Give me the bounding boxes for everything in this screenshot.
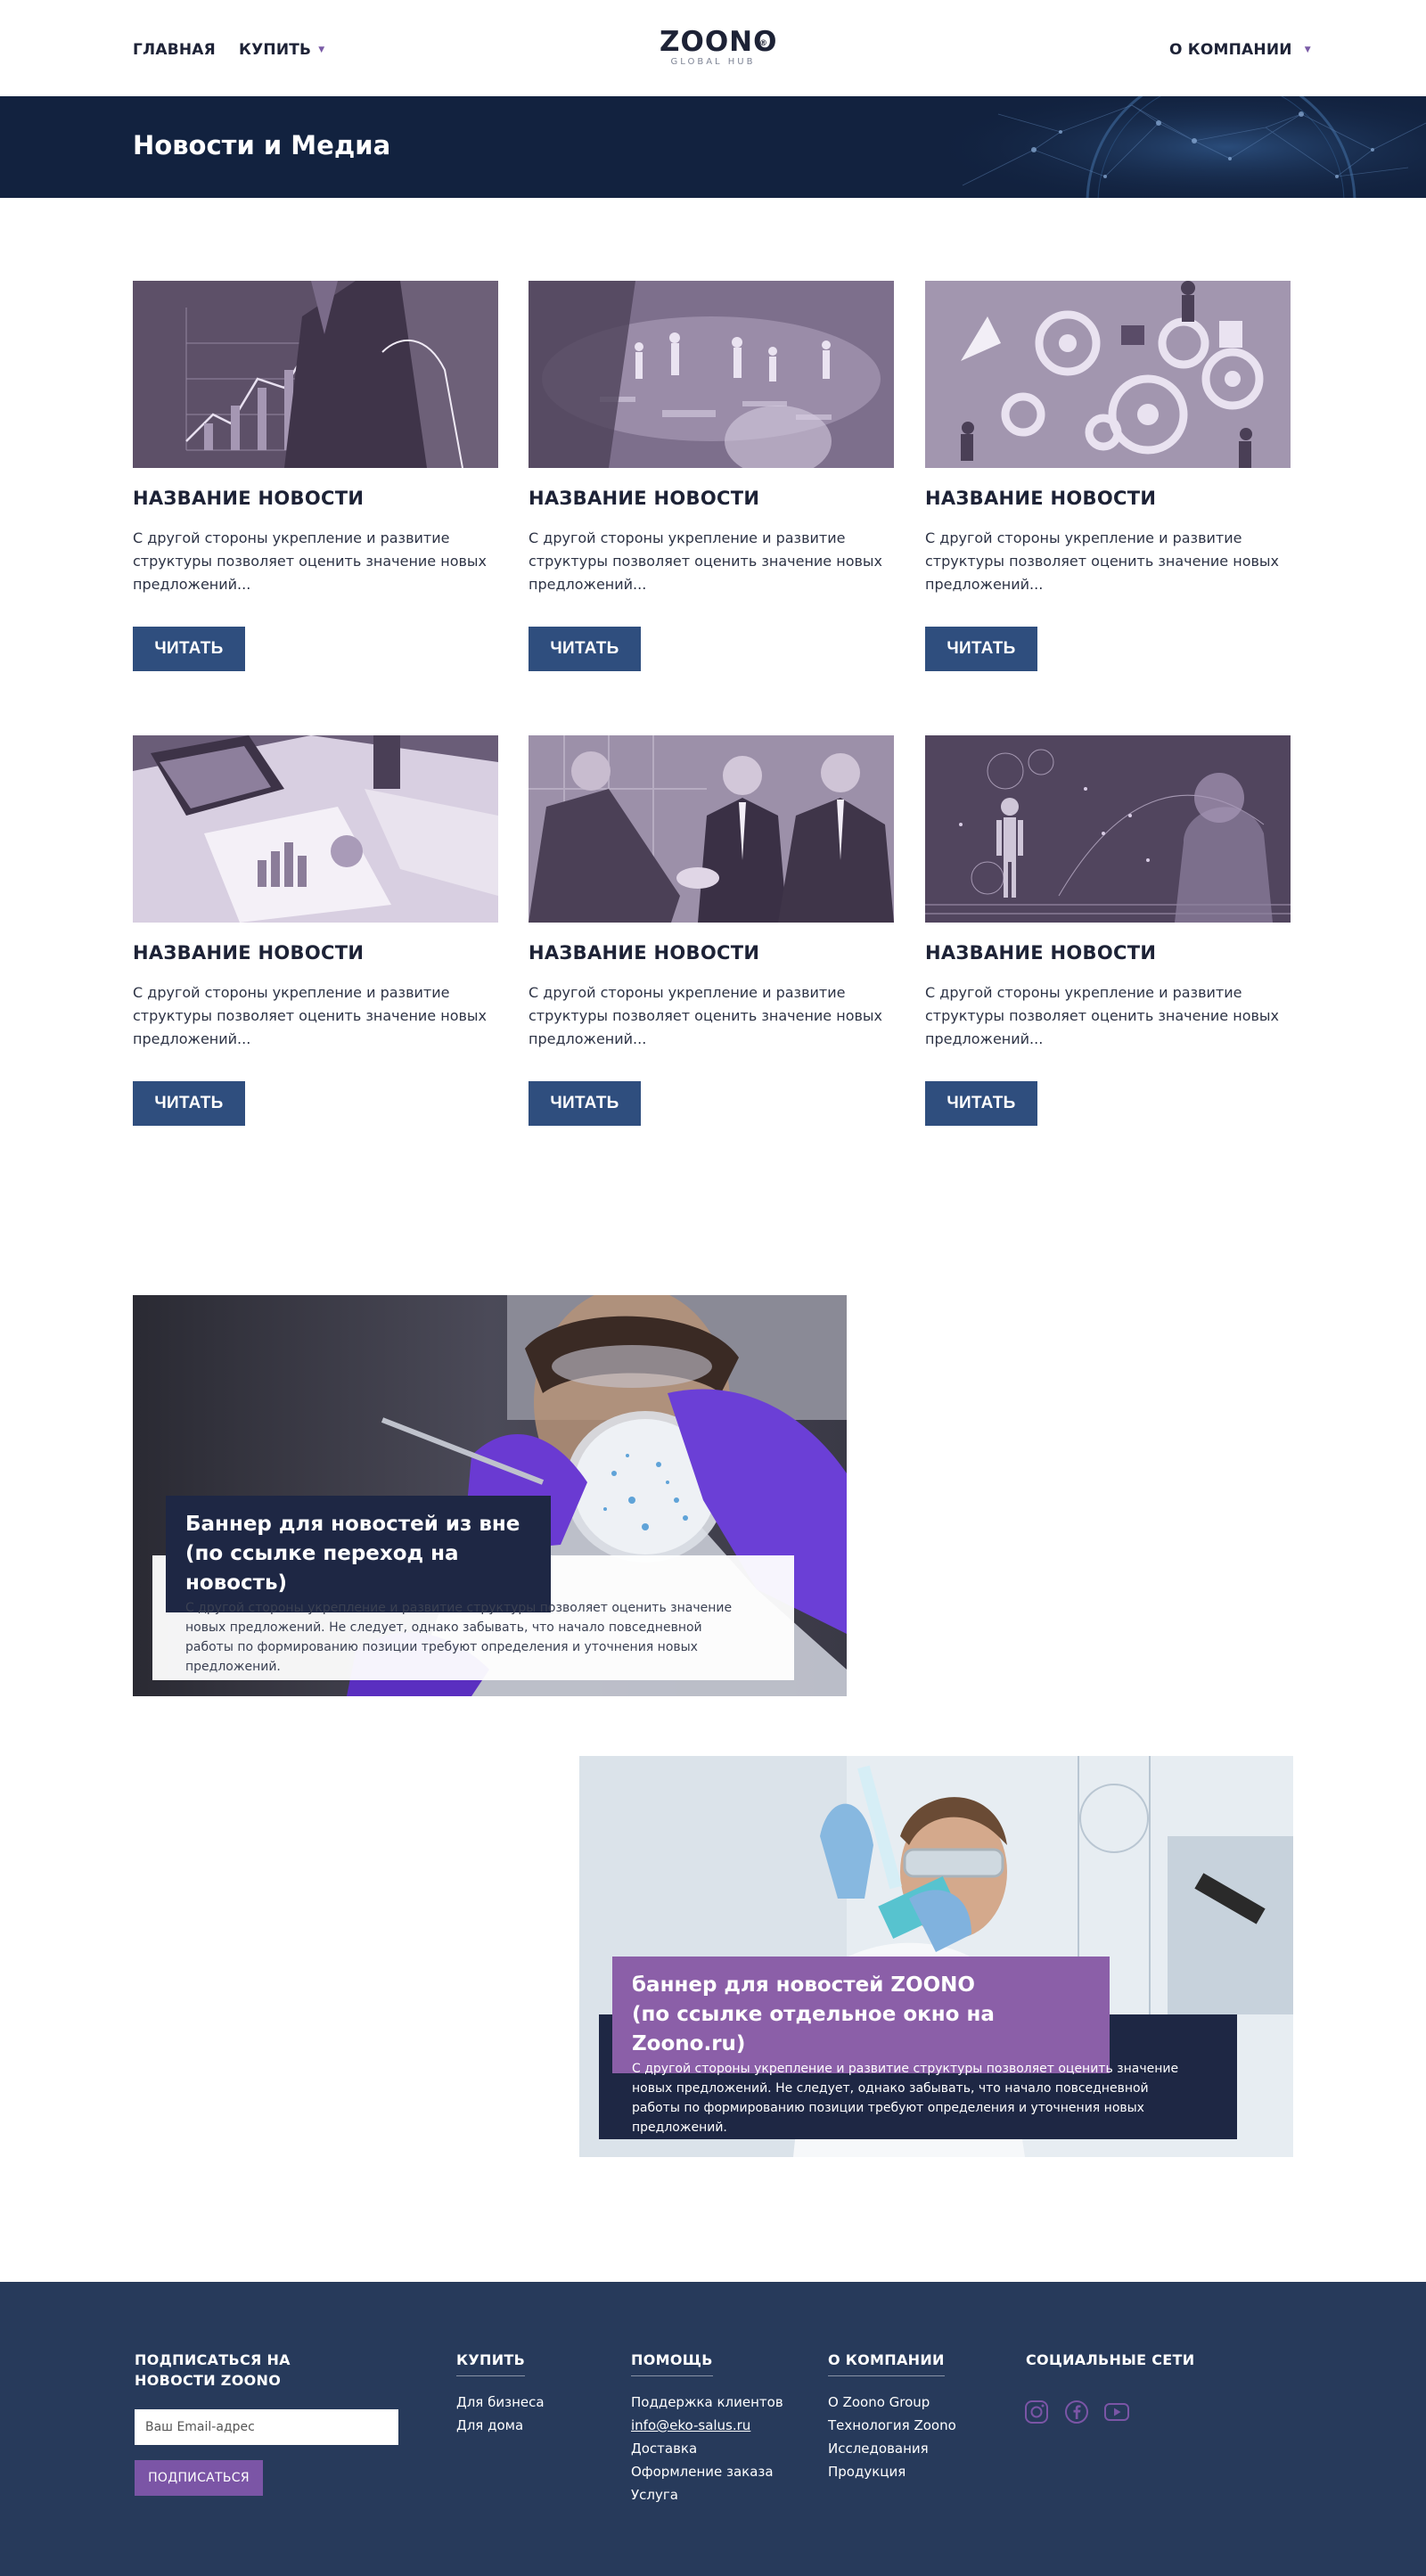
logo-wordmark: ZOONO ®	[660, 27, 776, 57]
nav-home-label: ГЛАВНАЯ	[133, 41, 216, 59]
footer-help-heading: ПОМОЩЬ	[631, 2350, 713, 2376]
email-field[interactable]	[135, 2409, 398, 2445]
banner-heading: баннер для новостей ZOONO (по ссылке отд…	[612, 1957, 1110, 2073]
news-title[interactable]: НАЗВАНИЕ НОВОСТИ	[529, 488, 894, 509]
footer-link-service[interactable]: Услуга	[631, 2487, 678, 2503]
banner-heading-line: баннер для новостей ZOONO	[632, 1973, 975, 1997]
subscribe-button[interactable]: ПОДПИСАТЬСЯ	[135, 2460, 263, 2496]
news-card: НАЗВАНИЕ НОВОСТИ С другой стороны укрепл…	[925, 281, 1291, 671]
footer-link-about[interactable]: О Zoono Group	[828, 2394, 930, 2410]
news-excerpt: С другой стороны укрепление и развитие с…	[529, 529, 883, 593]
logo[interactable]: ZOONO ® GLOBAL HUB	[660, 27, 776, 67]
news-title[interactable]: НАЗВАНИЕ НОВОСТИ	[133, 488, 498, 509]
banner-heading-line: (по ссылке переход на новость)	[185, 1542, 459, 1595]
subscribe-heading: ПОДПИСАТЬСЯ НА НОВОСТИ ZOONO	[135, 2350, 291, 2391]
news-excerpt: С другой стороны укрепление и развитие с…	[133, 529, 488, 593]
footer-link-email[interactable]: info@eko-salus.ru	[631, 2417, 750, 2433]
footer-link-products[interactable]: Продукция	[828, 2464, 906, 2480]
zoono-news-banner[interactable]: баннер для новостей ZOONO (по ссылке отд…	[579, 1756, 1293, 2157]
banner-heading: Баннер для новостей из вне (по ссылке пе…	[166, 1496, 551, 1612]
instagram-icon[interactable]	[1023, 2399, 1050, 2425]
banner-description: С другой стороны укрепление и развитие с…	[632, 2062, 1179, 2135]
nav-company-link[interactable]: О КОМПАНИИ ▼	[1169, 41, 1311, 59]
nav-home-link[interactable]: ГЛАВНАЯ	[133, 41, 216, 59]
news-image-business-chart[interactable]	[133, 281, 498, 468]
news-title[interactable]: НАЗВАНИЕ НОВОСТИ	[133, 942, 498, 964]
banner-heading-line: Баннер для новостей из вне	[185, 1513, 520, 1536]
facebook-icon[interactable]	[1063, 2399, 1090, 2425]
nav-buy-link[interactable]: КУПИТЬ ▼	[239, 41, 324, 59]
youtube-icon[interactable]	[1103, 2399, 1130, 2425]
news-image-digital-human[interactable]	[925, 735, 1291, 923]
site-header: ГЛАВНАЯ КУПИТЬ ▼ ZOONO ® GLOBAL HUB О КОМП…	[0, 0, 1426, 96]
caret-down-icon: ▼	[318, 45, 325, 54]
news-card: НАЗВАНИЕ НОВОСТИ С другой стороны укрепл…	[529, 281, 894, 671]
footer-link-delivery[interactable]: Доставка	[631, 2441, 697, 2457]
footer-link-technology[interactable]: Технология Zoono	[828, 2417, 956, 2433]
news-image-people-network[interactable]	[529, 281, 894, 468]
news-card: НАЗВАНИЕ НОВОСТИ С другой стороны укрепл…	[529, 735, 894, 1126]
page-hero: Новости и Медиа	[0, 96, 1426, 198]
news-card: НАЗВАНИЕ НОВОСТИ С другой стороны укрепл…	[133, 281, 498, 671]
news-image-handshake[interactable]	[529, 735, 894, 923]
subscribe-heading-line: НОВОСТИ ZOONO	[135, 2372, 282, 2389]
footer-link-research[interactable]: Исследования	[828, 2441, 929, 2457]
footer-company-heading: О КОМПАНИИ	[828, 2350, 945, 2376]
news-title[interactable]: НАЗВАНИЕ НОВОСТИ	[925, 488, 1291, 509]
footer-link-home[interactable]: Для дома	[456, 2417, 523, 2433]
network-pattern-image	[927, 96, 1426, 198]
footer-social-heading: СОЦИАЛЬНЫЕ СЕТИ	[1026, 2351, 1195, 2368]
news-excerpt: С другой стороны укрепление и развитие с…	[925, 984, 1280, 1047]
footer-link-support[interactable]: Поддержка клиентов	[631, 2394, 783, 2410]
banner-description: С другой стороны укрепление и развитие с…	[185, 1601, 733, 1674]
read-button[interactable]: ЧИТАТЬ	[529, 627, 641, 671]
footer-link-business[interactable]: Для бизнеса	[456, 2394, 545, 2410]
news-excerpt: С другой стороны укрепление и развитие с…	[925, 529, 1280, 593]
nav-buy-label: КУПИТЬ	[239, 41, 312, 59]
site-footer: ПОДПИСАТЬСЯ НА НОВОСТИ ZOONO ПОДПИСАТЬСЯ…	[0, 2282, 1426, 2576]
logo-registered-mark: ®	[759, 39, 768, 48]
news-excerpt: С другой стороны укрепление и развитие с…	[529, 984, 883, 1047]
news-image-laptop-documents[interactable]	[133, 735, 498, 923]
read-button[interactable]: ЧИТАТЬ	[133, 627, 245, 671]
news-title[interactable]: НАЗВАНИЕ НОВОСТИ	[925, 942, 1291, 964]
read-button[interactable]: ЧИТАТЬ	[925, 627, 1037, 671]
news-card: НАЗВАНИЕ НОВОСТИ С другой стороны укрепл…	[925, 735, 1291, 1126]
caret-down-icon: ▼	[1304, 45, 1311, 54]
banner-heading-line: (по ссылке отдельное окно на Zoono.ru)	[632, 2003, 995, 2055]
read-button[interactable]: ЧИТАТЬ	[133, 1081, 245, 1126]
footer-buy-heading: КУПИТЬ	[456, 2350, 526, 2376]
logo-subtitle: GLOBAL HUB	[670, 57, 756, 67]
news-excerpt: С другой стороны укрепление и развитие с…	[133, 984, 488, 1047]
news-card: НАЗВАНИЕ НОВОСТИ С другой стороны укрепл…	[133, 735, 498, 1126]
footer-link-checkout[interactable]: Оформление заказа	[631, 2464, 774, 2480]
read-button[interactable]: ЧИТАТЬ	[529, 1081, 641, 1126]
nav-company-label: О КОМПАНИИ	[1169, 41, 1292, 59]
external-news-banner[interactable]: Баннер для новостей из вне (по ссылке пе…	[133, 1295, 847, 1696]
news-image-gears[interactable]	[925, 281, 1291, 468]
subscribe-heading-line: ПОДПИСАТЬСЯ НА	[135, 2351, 291, 2368]
news-title[interactable]: НАЗВАНИЕ НОВОСТИ	[529, 942, 894, 964]
page-title: Новости и Медиа	[133, 130, 391, 160]
read-button[interactable]: ЧИТАТЬ	[925, 1081, 1037, 1126]
